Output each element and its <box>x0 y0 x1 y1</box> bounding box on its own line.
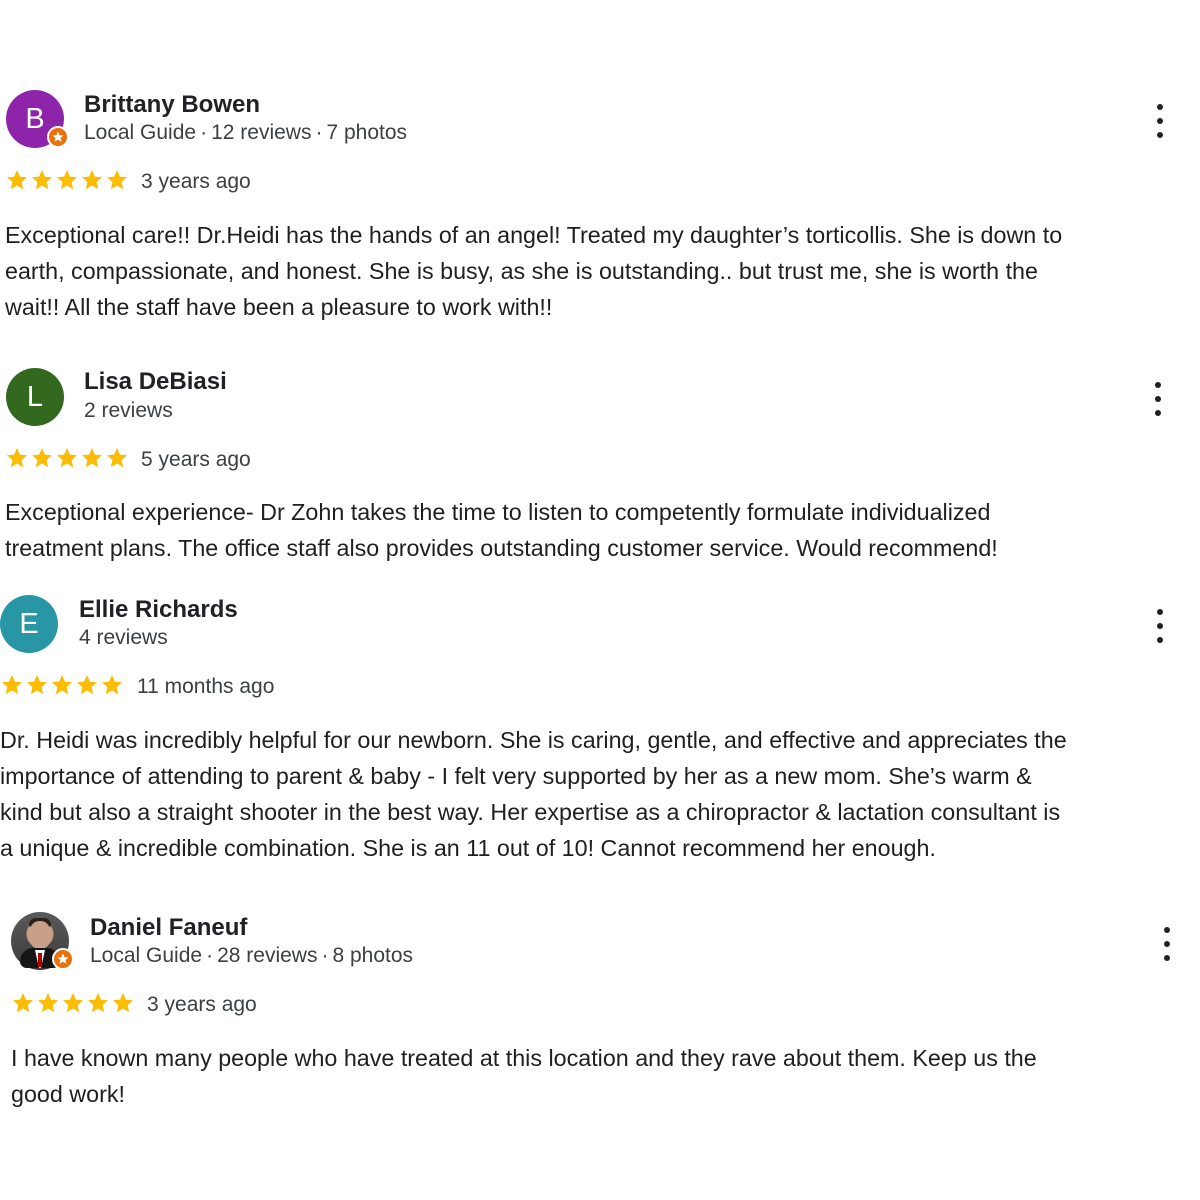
review-text-line: kind but also a straight shooter in the … <box>0 799 1061 825</box>
review-count: 12 reviews <box>211 121 312 144</box>
more-options-button[interactable] <box>1153 104 1167 138</box>
star-icon <box>57 448 77 468</box>
star-icon <box>7 448 27 468</box>
reviewer-name[interactable]: Ellie Richards <box>79 596 238 624</box>
avatar-letter: L <box>26 380 44 413</box>
local-guide-label: Local Guide <box>84 121 197 144</box>
reviewer-meta: Local Guide · 28 reviews · 8 photos <box>90 944 414 967</box>
avatar[interactable]: L <box>6 368 64 426</box>
star-icon <box>113 993 133 1013</box>
review-time: 11 months ago <box>137 675 275 698</box>
star-icon <box>57 170 77 190</box>
avatar-letter: E <box>19 607 39 640</box>
review-text: Dr. Heidi was incredibly helpful for our… <box>0 722 1067 866</box>
star-rating <box>0 673 124 697</box>
star-icon <box>107 448 127 468</box>
review-text-line: importance of attending to parent & baby… <box>0 763 1032 789</box>
more-options-button[interactable] <box>1151 382 1165 416</box>
star-icon <box>32 448 52 468</box>
avatar[interactable]: B <box>6 90 69 148</box>
review-count: 4 reviews <box>79 626 168 649</box>
star-icon <box>88 993 108 1013</box>
star-rating <box>11 991 135 1015</box>
review-text-line: Exceptional care!! Dr.Heidi has the hand… <box>5 222 1063 248</box>
star-icon <box>2 675 22 695</box>
review-text: Exceptional care!! Dr.Heidi has the hand… <box>5 217 1062 325</box>
star-icon <box>52 675 72 695</box>
star-icon <box>63 993 83 1013</box>
reviewer-name[interactable]: Daniel Faneuf <box>90 914 247 942</box>
review-time: 5 years ago <box>141 448 251 471</box>
review-text-line: Exceptional experience- Dr Zohn takes th… <box>5 499 991 525</box>
local-guide-badge-icon <box>47 126 69 148</box>
more-vert-icon <box>1157 104 1163 110</box>
reviewer-meta: 2 reviews <box>84 399 173 423</box>
review-time: 3 years ago <box>141 170 251 193</box>
star-icon <box>13 993 33 1013</box>
star-rating <box>5 446 129 470</box>
reviewer-name[interactable]: Lisa DeBiasi <box>84 368 227 396</box>
reviewer-meta: Local Guide · 12 reviews · 7 photos <box>84 121 408 144</box>
review-text-line: a unique & incredible combination. She i… <box>0 835 936 861</box>
local-guide-badge-icon <box>52 948 74 970</box>
review-text-line: good work! <box>11 1081 125 1107</box>
star-icon <box>107 170 127 190</box>
local-guide-label: Local Guide <box>90 944 203 967</box>
star-icon <box>102 675 122 695</box>
review-text-line: earth, compassionate, and honest. She is… <box>5 258 1038 284</box>
review-text-line: treatment plans. The office staff also p… <box>5 535 998 561</box>
more-options-button[interactable] <box>1153 609 1167 643</box>
more-vert-icon <box>1164 927 1170 933</box>
reviewer-meta: 4 reviews <box>79 626 168 650</box>
review-text-line: wait!! All the staff have been a pleasur… <box>5 294 553 320</box>
avatar[interactable]: E <box>0 595 58 653</box>
star-icon <box>77 675 97 695</box>
photo-count: 7 photos <box>326 121 408 144</box>
star-icon <box>82 170 102 190</box>
review-text: I have known many people who have treate… <box>11 1040 1037 1112</box>
star-icon <box>82 448 102 468</box>
review-time: 3 years ago <box>147 993 257 1016</box>
star-rating <box>5 168 129 192</box>
star-icon <box>27 675 47 695</box>
reviewer-name[interactable]: Brittany Bowen <box>84 91 260 119</box>
review-count: 2 reviews <box>84 399 173 422</box>
review-text-line: Dr. Heidi was incredibly helpful for our… <box>0 727 1067 753</box>
more-options-button[interactable] <box>1160 927 1174 961</box>
photo-count: 8 photos <box>332 944 414 967</box>
more-vert-icon <box>1157 609 1163 615</box>
review-text-line: I have known many people who have treate… <box>11 1045 1037 1071</box>
avatar[interactable] <box>11 912 74 970</box>
review-count: 28 reviews <box>217 944 318 967</box>
avatar-letter: B <box>25 102 45 135</box>
review-text: Exceptional experience- Dr Zohn takes th… <box>5 494 998 566</box>
star-icon <box>7 170 27 190</box>
star-icon <box>38 993 58 1013</box>
more-vert-icon <box>1155 382 1161 388</box>
star-icon <box>32 170 52 190</box>
